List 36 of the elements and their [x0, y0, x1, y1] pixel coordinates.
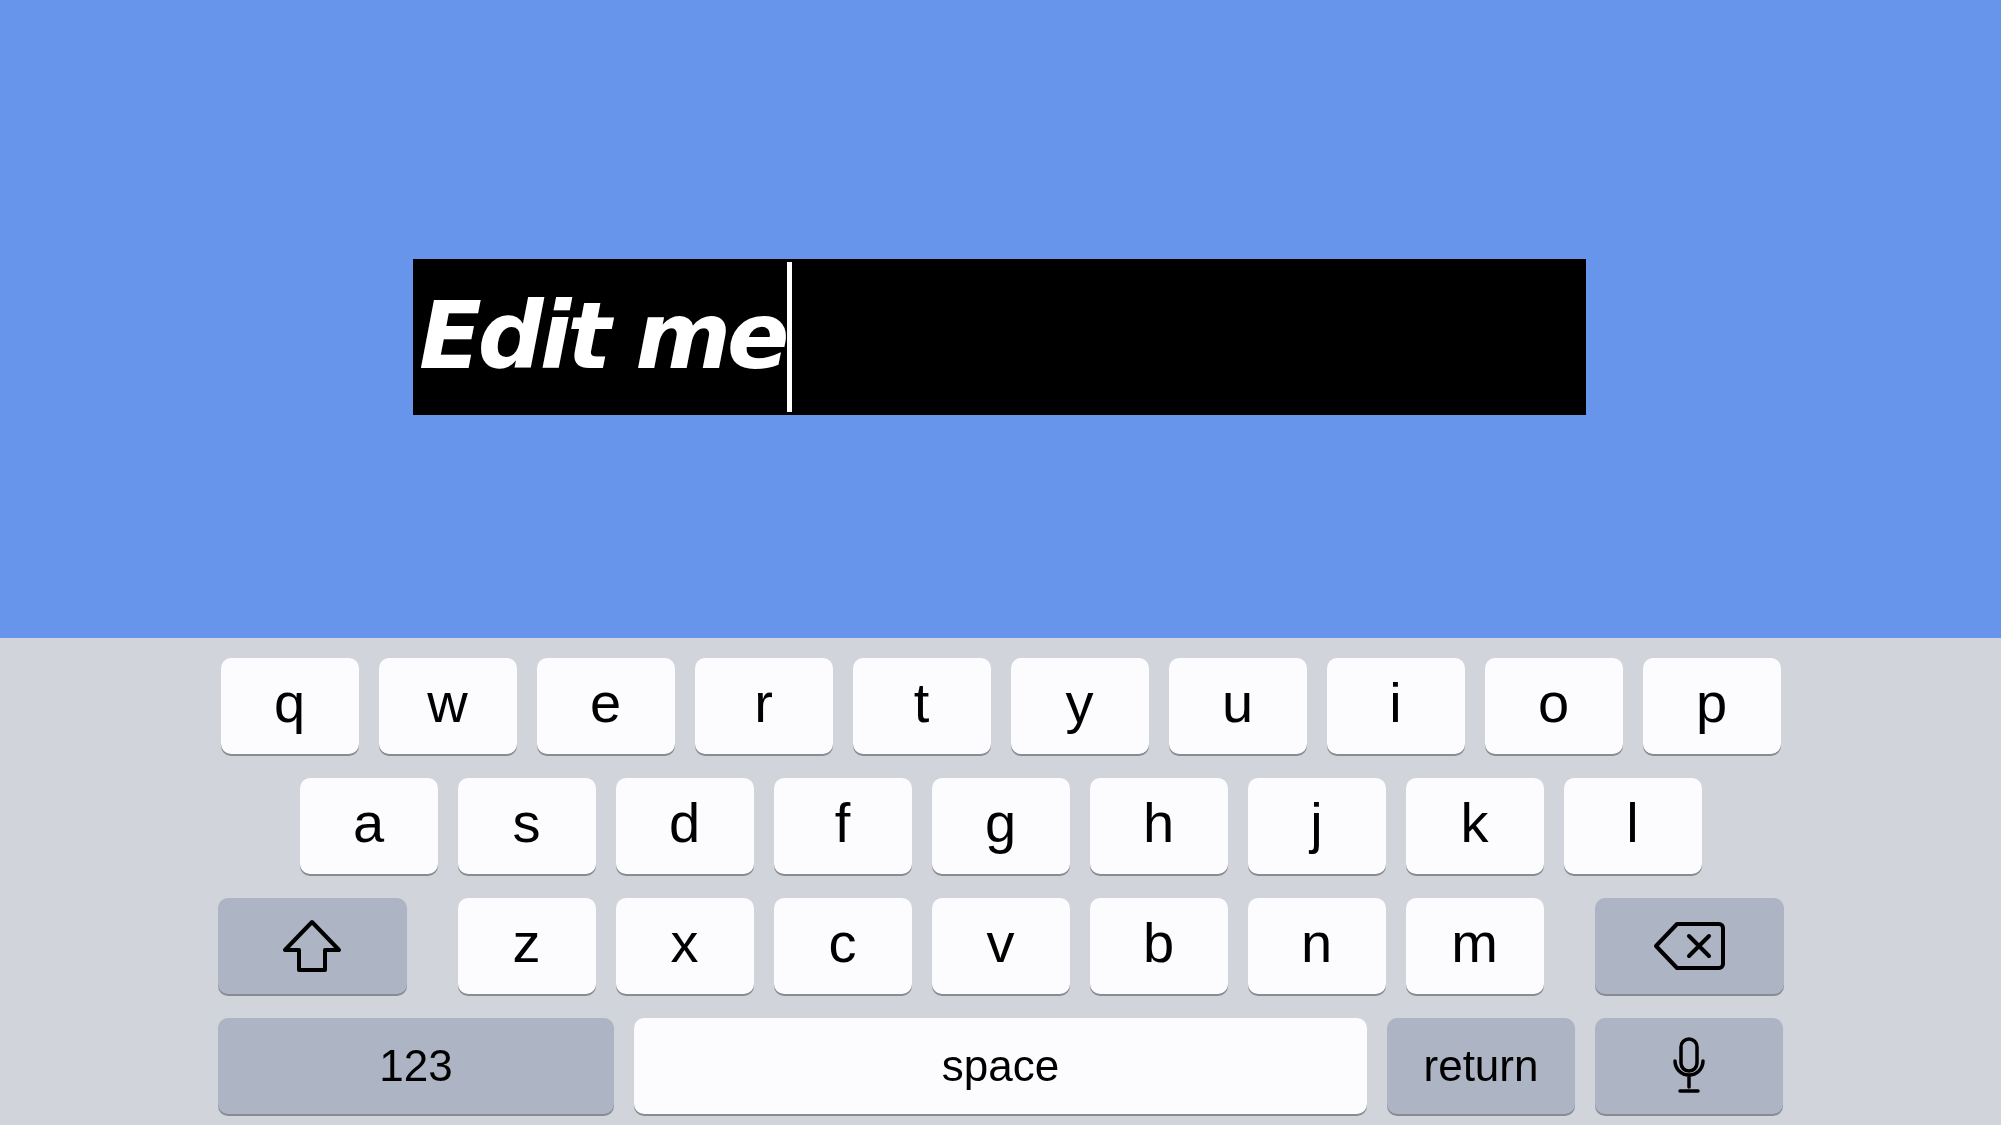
delete-key[interactable]: [1594, 898, 1784, 994]
return-key[interactable]: return: [1387, 1018, 1575, 1114]
letter-key[interactable]: p: [1642, 658, 1781, 754]
letter-key[interactable]: i: [1326, 658, 1465, 754]
letter-key[interactable]: h: [1089, 778, 1228, 874]
letter-key[interactable]: q: [220, 658, 359, 754]
letter-key[interactable]: n: [1247, 898, 1386, 994]
microphone-icon: [1672, 1037, 1706, 1095]
letter-key[interactable]: f: [773, 778, 912, 874]
letter-key[interactable]: k: [1405, 778, 1544, 874]
letter-key[interactable]: s: [457, 778, 596, 874]
space-key[interactable]: space: [634, 1018, 1367, 1114]
microphone-key[interactable]: [1595, 1018, 1783, 1114]
text-field[interactable]: Edit me: [413, 259, 1586, 415]
letter-key[interactable]: x: [615, 898, 754, 994]
letter-key[interactable]: b: [1089, 898, 1228, 994]
letter-key[interactable]: e: [536, 658, 675, 754]
shift-key[interactable]: [217, 898, 407, 994]
letter-key[interactable]: w: [378, 658, 517, 754]
letter-key[interactable]: y: [1010, 658, 1149, 754]
letter-key[interactable]: r: [694, 658, 833, 754]
letter-key[interactable]: j: [1247, 778, 1386, 874]
letter-key[interactable]: o: [1484, 658, 1623, 754]
letter-key[interactable]: u: [1168, 658, 1307, 754]
letter-key[interactable]: v: [931, 898, 1070, 994]
letter-key[interactable]: c: [773, 898, 912, 994]
letter-key[interactable]: g: [931, 778, 1070, 874]
letter-key[interactable]: z: [457, 898, 596, 994]
letter-key[interactable]: m: [1405, 898, 1544, 994]
letter-key[interactable]: d: [615, 778, 754, 874]
numbers-key[interactable]: 123: [218, 1018, 614, 1114]
shift-icon: [281, 918, 343, 974]
letter-key[interactable]: t: [852, 658, 991, 754]
backspace-icon: [1653, 921, 1725, 971]
letter-key[interactable]: l: [1563, 778, 1702, 874]
letter-key[interactable]: a: [299, 778, 438, 874]
